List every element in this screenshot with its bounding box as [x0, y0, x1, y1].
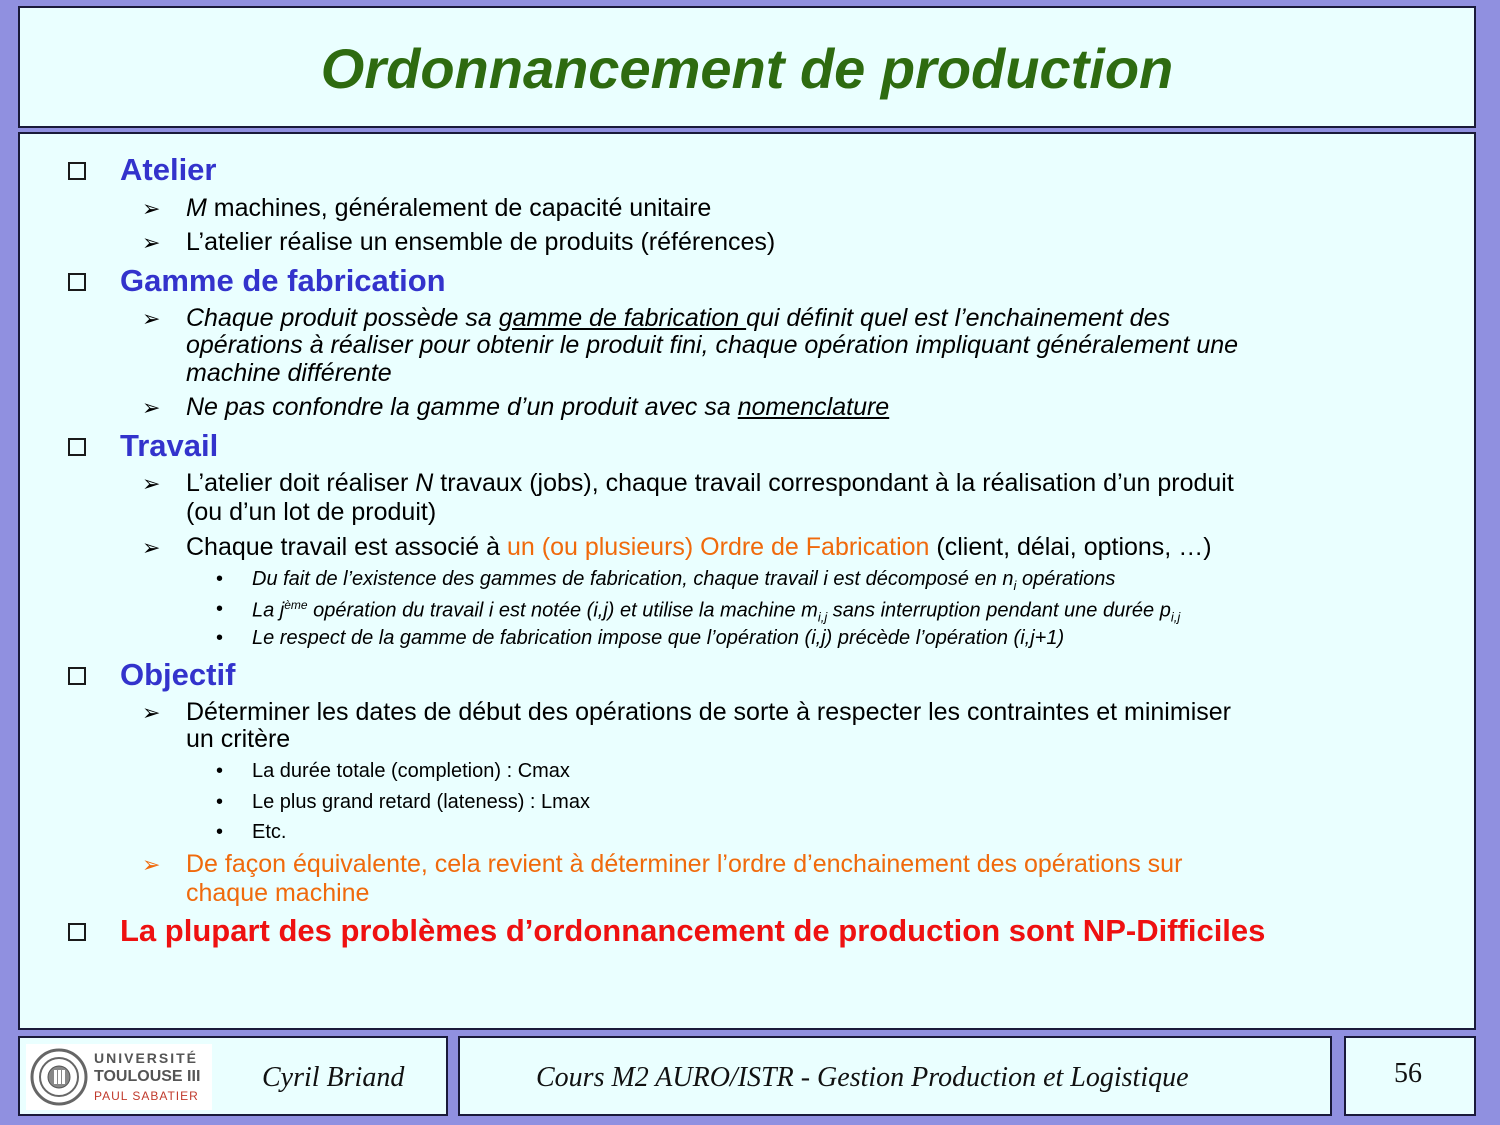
list-item-continuation: un critère: [186, 725, 291, 753]
arrow-bullet-icon: ➢: [142, 700, 161, 725]
dot-bullet-icon: •: [216, 627, 224, 649]
list-item: Déterminer les dates de début des opérat…: [186, 698, 1231, 726]
list-item-continuation: machine différente: [186, 359, 392, 387]
arrow-bullet-icon: ➢: [142, 535, 161, 560]
slide-title: Ordonnancement de production: [320, 37, 1174, 100]
sub-list-item: La jème opération du travail i est notée…: [252, 598, 1181, 625]
sub-list-item: Etc.: [252, 821, 287, 843]
conclusion-text: La plupart des problèmes d’ordonnancemen…: [120, 913, 1266, 948]
university-seal-icon: [30, 1048, 88, 1106]
list-item: L’atelier réalise un ensemble de produit…: [186, 228, 776, 256]
footer-page-panel: 56: [1344, 1036, 1476, 1116]
list-item: M machines, généralement de capacité uni…: [186, 194, 712, 222]
square-bullet-icon: [68, 667, 86, 685]
sub-list-item: La durée totale (completion) : Cmax: [252, 760, 570, 782]
arrow-bullet-icon: ➢: [142, 230, 161, 255]
dot-bullet-icon: •: [216, 760, 224, 782]
dot-bullet-icon: •: [216, 598, 224, 620]
note-item-continuation: chaque machine: [186, 879, 370, 907]
sub-list-item: Le respect de la gamme de fabrication im…: [252, 627, 1065, 649]
section-heading-gamme: Gamme de fabrication: [120, 263, 446, 298]
square-bullet-icon: [68, 923, 86, 941]
logo-line-2: TOULOUSE III: [94, 1068, 201, 1085]
note-item: De façon équivalente, cela revient à dét…: [186, 850, 1183, 878]
dot-bullet-icon: •: [216, 821, 224, 843]
title-panel: Ordonnancement de production: [18, 6, 1476, 128]
footer-course-panel: Cours M2 AURO/ISTR - Gestion Production …: [458, 1036, 1332, 1116]
square-bullet-icon: [68, 273, 86, 291]
author-name: Cyril Briand: [262, 1062, 405, 1093]
arrow-bullet-icon: ➢: [142, 306, 161, 331]
footer-author-panel: UNIVERSITÉ TOULOUSE III PAUL SABATIER Cy…: [18, 1036, 448, 1116]
section-heading-travail: Travail: [120, 428, 219, 463]
arrow-bullet-icon: ➢: [142, 852, 161, 877]
square-bullet-icon: [68, 162, 86, 180]
dot-bullet-icon: •: [216, 791, 224, 813]
sub-list-item: Du fait de l’existence des gammes de fab…: [252, 568, 1116, 593]
logo-line-1: UNIVERSITÉ: [94, 1050, 199, 1066]
university-logo: UNIVERSITÉ TOULOUSE III PAUL SABATIER: [26, 1044, 212, 1110]
square-bullet-icon: [68, 438, 86, 456]
logo-line-3: PAUL SABATIER: [94, 1089, 199, 1103]
list-item-continuation: opérations à réaliser pour obtenir le pr…: [186, 331, 1239, 359]
section-heading-atelier: Atelier: [120, 152, 217, 187]
arrow-bullet-icon: ➢: [142, 196, 161, 221]
page-number: 56: [1394, 1058, 1422, 1089]
sub-list-item: Le plus grand retard (lateness) : Lmax: [252, 791, 590, 813]
arrow-bullet-icon: ➢: [142, 395, 161, 420]
content-panel: Atelier ➢ M machines, généralement de ca…: [18, 132, 1476, 1030]
list-item: L’atelier doit réaliser N travaux (jobs)…: [186, 469, 1234, 497]
list-item: Ne pas confondre la gamme d’un produit a…: [186, 393, 890, 421]
list-item: Chaque travail est associé à un (ou plus…: [186, 533, 1212, 561]
section-heading-objectif: Objectif: [120, 657, 236, 692]
course-title: Cours M2 AURO/ISTR - Gestion Production …: [536, 1062, 1189, 1093]
arrow-bullet-icon: ➢: [142, 471, 161, 496]
list-item: Chaque produit possède sa gamme de fabri…: [186, 304, 1170, 332]
dot-bullet-icon: •: [216, 568, 224, 590]
list-item-continuation: (ou d’un lot de produit): [186, 498, 437, 526]
